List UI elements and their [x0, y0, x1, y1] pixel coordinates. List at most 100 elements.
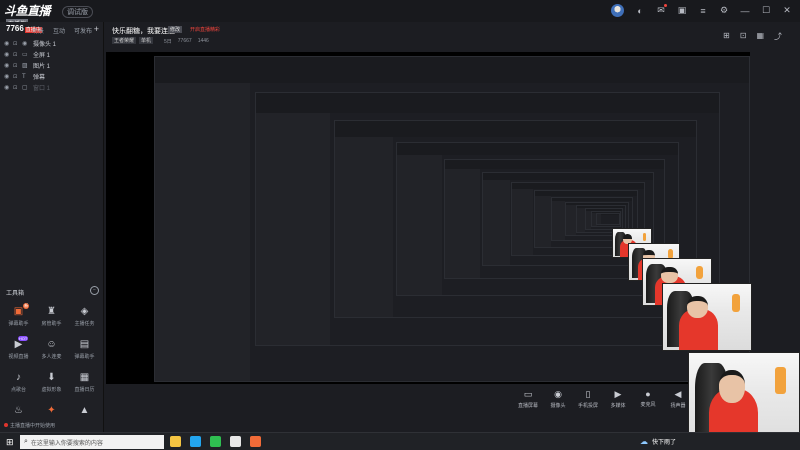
visibility-icon[interactable]: ◉: [4, 84, 10, 91]
source-label: 全屏 1: [33, 53, 51, 59]
tab-scene[interactable]: 场景: [32, 26, 44, 35]
weather-text[interactable]: 快下雨了: [652, 437, 676, 446]
download-icon: ⬇: [47, 372, 56, 383]
stream-preview[interactable]: [106, 52, 750, 384]
version-badge[interactable]: 调试版: [62, 6, 93, 18]
taskbar: ⊞ ⌕ 在这里输入你要搜索的内容 ☁ 快下雨了: [0, 432, 800, 450]
tool-item[interactable]: ▲: [68, 405, 101, 419]
stream-stats: 5日 77667 1446: [164, 38, 209, 45]
tool-item[interactable]: ◈ 主播任务: [68, 306, 101, 327]
weather-icon[interactable]: ☁: [640, 437, 648, 446]
source-item[interactable]: ◉ ⊡ ◉ 摄像头 1: [4, 38, 100, 49]
action-button[interactable]: ◀ 扬声器: [666, 389, 690, 409]
settings-icon[interactable]: ⚙: [719, 5, 729, 16]
avatar[interactable]: [611, 4, 624, 17]
minimize-icon[interactable]: —: [740, 6, 750, 16]
title-bar: 斗鱼直播伴侣 直播伴 调试版 ◐ ✉ ▣ ≡ ⚙ — ☐ ✕: [0, 0, 800, 35]
camera-icon: ◉: [554, 389, 562, 399]
close-icon[interactable]: ✕: [782, 5, 792, 16]
visibility-icon[interactable]: ◉: [4, 62, 10, 69]
preview-capture-layer: [596, 212, 620, 226]
visibility-icon[interactable]: ◉: [4, 73, 10, 80]
live-notice[interactable]: 开启直播精彩: [190, 26, 220, 33]
tool-label: 房管助手: [41, 321, 62, 327]
app-logo: 斗鱼直播伴侣: [4, 4, 51, 35]
action-button[interactable]: ▯ 手机投屏: [576, 389, 600, 409]
action-button[interactable]: ◉ 摄像头: [546, 389, 570, 409]
action-bar: ▭ 直播屏幕 ◉ 摄像头 ▯ 手机投屏 ▶ 多媒体 ● 麦克风 ◀ 扬声器: [516, 389, 690, 409]
windows-start-icon[interactable]: ⊞: [6, 437, 14, 448]
collapse-tools-icon[interactable]: −: [90, 286, 99, 295]
lock-icon[interactable]: ⊡: [740, 31, 747, 42]
webcam-frame: [662, 283, 752, 351]
headset-icon[interactable]: ◐: [635, 6, 645, 16]
action-button[interactable]: ▶ 多媒体: [606, 389, 630, 409]
system-tray: ☁ 快下雨了: [640, 437, 676, 446]
mail-icon[interactable]: ✉: [656, 4, 667, 16]
action-label: 摄像头: [550, 403, 566, 409]
add-scene-button[interactable]: +: [94, 24, 99, 34]
source-item[interactable]: ◉ ⊡ ▨ 图片 1: [4, 60, 100, 71]
left-panel: 7766 直播中 场景 互动 可发布 + ◉ ⊡ ◉ 摄像头 1 ◉ ⊡ ▭ 全屏 1 ◉ ⊡ ▨ 图片…: [0, 22, 104, 432]
action-label: 多媒体: [610, 403, 626, 409]
gift-icon[interactable]: ▣: [677, 5, 687, 16]
image-icon: ▨: [22, 63, 28, 69]
menu-icon[interactable]: ≡: [698, 6, 708, 16]
tool-item[interactable]: ✦: [35, 405, 68, 419]
tool-item[interactable]: ▣ 新弹幕助手: [2, 303, 35, 327]
tab-publish[interactable]: 可发布: [74, 26, 92, 35]
doc-icon: ▤: [79, 339, 90, 350]
visibility-icon[interactable]: ◉: [4, 51, 10, 58]
action-button[interactable]: ▭ 直播屏幕: [516, 389, 540, 409]
taskbar-app-icon[interactable]: [190, 436, 201, 447]
taskbar-search[interactable]: ⌕ 在这里输入你要搜索的内容: [20, 435, 164, 449]
source-label: 摄像头 1: [33, 42, 57, 48]
app-window: 斗鱼直播伴侣 直播伴 调试版 ◐ ✉ ▣ ≡ ⚙ — ☐ ✕ 7766直播中 场…: [0, 0, 800, 432]
tool-item[interactable]: ♜ 房管助手: [35, 306, 68, 327]
lock-icon[interactable]: ⊡: [13, 63, 19, 69]
tool-item[interactable]: ▤ 弹幕助手: [68, 339, 101, 360]
tool-item[interactable]: ♪ 点歌台: [2, 372, 35, 393]
category-tag[interactable]: 单机: [139, 37, 154, 44]
tool-item[interactable]: ⬇ 虚拟形象: [35, 372, 68, 393]
music-icon: ♪: [16, 372, 21, 383]
tool-item[interactable]: ☺ 多人连麦: [35, 339, 68, 360]
link-icon[interactable]: ⤴: [774, 31, 782, 42]
taskbar-app-icon[interactable]: [210, 436, 221, 447]
tool-item[interactable]: ▶ HOT 视频直播: [2, 336, 35, 360]
tool-label: 虚拟形象: [41, 387, 62, 393]
category-tag[interactable]: 王者荣耀: [112, 37, 137, 44]
stream-title: 快乐翻糖，我要连胜: [112, 28, 175, 35]
action-button[interactable]: ● 麦克风: [636, 389, 660, 409]
taskbar-app-icon[interactable]: [230, 436, 241, 447]
video-icon: ▶ HOT: [14, 336, 29, 350]
source-item[interactable]: ◉ ⊡ ▭ 全屏 1: [4, 49, 100, 60]
lock-icon[interactable]: ⊡: [13, 52, 19, 58]
taskbar-apps: [170, 436, 261, 447]
action-label: 直播屏幕: [517, 403, 538, 409]
share-icon[interactable]: ⊞: [723, 31, 730, 42]
edit-title-button[interactable]: 修改: [168, 26, 183, 33]
lock-icon[interactable]: ⊡: [13, 74, 19, 80]
source-label: 窗口 1: [33, 86, 51, 92]
lock-icon[interactable]: ⊡: [13, 41, 19, 47]
taskbar-app-icon[interactable]: [170, 436, 181, 447]
grid-icon[interactable]: ▦: [756, 31, 764, 42]
flame-icon: ▲: [79, 405, 90, 416]
search-icon: ⌕: [24, 438, 28, 445]
source-item[interactable]: ◉ ⊡ ▢ 窗口 1: [4, 82, 100, 93]
source-item[interactable]: ◉ ⊡ T 弹幕: [4, 71, 100, 82]
tool-item[interactable]: ♨: [2, 405, 35, 419]
visibility-icon[interactable]: ◉: [4, 40, 10, 47]
tool-label: 弹幕助手: [74, 354, 95, 360]
star-icon: ✦: [47, 405, 56, 416]
status-line: 主播直播中开始使用: [4, 422, 55, 429]
action-label: 手机投屏: [577, 403, 598, 409]
lock-icon[interactable]: ⊡: [13, 85, 19, 91]
titlebar-icons: ◐ ✉ ▣ ≡ ⚙ — ☐ ✕: [611, 4, 792, 17]
tool-item[interactable]: ▦ 直播日历: [68, 372, 101, 393]
taskbar-app-icon[interactable]: [250, 436, 261, 447]
maximize-icon[interactable]: ☐: [761, 5, 771, 16]
tab-interact[interactable]: 互动: [53, 26, 65, 35]
action-label: 扬声器: [670, 403, 686, 409]
